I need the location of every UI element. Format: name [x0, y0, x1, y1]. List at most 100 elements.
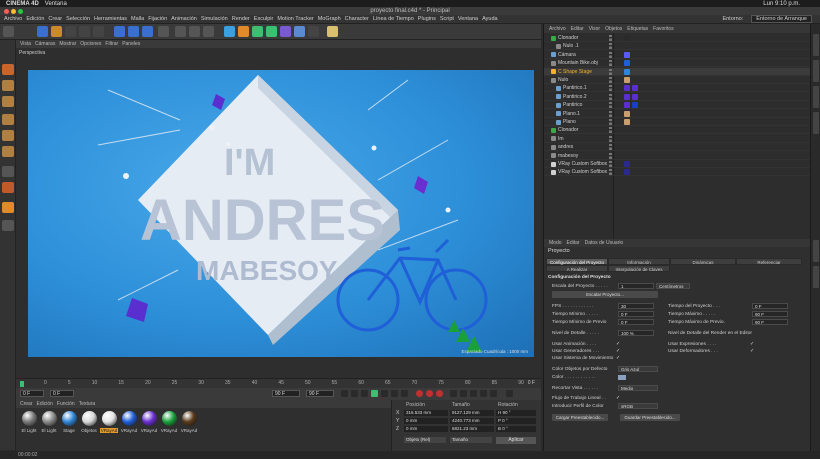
use-expressions-checkbox[interactable]: ✓	[750, 342, 755, 347]
grid-icon[interactable]	[2, 220, 14, 231]
layers-tab[interactable]	[813, 266, 819, 288]
lock-workplane-icon[interactable]	[2, 202, 14, 213]
position-key-icon[interactable]	[450, 390, 457, 397]
visibility-dots-icon[interactable]	[609, 119, 612, 125]
workplane-icon[interactable]	[2, 96, 14, 107]
move-tool-icon[interactable]	[51, 26, 62, 37]
go-end-icon[interactable]	[401, 390, 408, 397]
load-preset-button[interactable]: Cargar Preestablecido...	[552, 414, 608, 421]
render-view-icon[interactable]	[175, 26, 186, 37]
close-window-button[interactable]	[4, 8, 9, 14]
start-frame-field[interactable]: 0 F	[50, 390, 74, 397]
obj-menu-archivo[interactable]: Archivo	[549, 26, 566, 32]
size-z-field[interactable]: 6821.23 mm	[450, 426, 494, 432]
coords-mode-select[interactable]: Objeto (Rel)	[404, 437, 446, 443]
object-row[interactable]: Im	[544, 135, 811, 143]
menu-ventana[interactable]: Ventana	[458, 16, 478, 22]
undo-icon[interactable]	[3, 26, 14, 37]
material-swatch[interactable]: VRayAd	[160, 411, 178, 433]
visibility-dots-icon[interactable]	[609, 77, 612, 83]
object-row[interactable]: VRay Custom Softbox	[544, 168, 811, 177]
project-scale-field[interactable]: 1	[618, 283, 654, 289]
autokey-icon[interactable]	[426, 390, 433, 397]
object-row[interactable]: Cámara	[544, 51, 811, 59]
keyframe-selection-icon[interactable]	[436, 390, 443, 397]
material-tag-icon[interactable]	[624, 77, 630, 83]
render-picture-viewer-icon[interactable]	[189, 26, 200, 37]
material-tag-icon[interactable]	[624, 85, 630, 92]
material-tag-icon[interactable]	[624, 93, 630, 100]
material-tag-icon[interactable]	[632, 93, 638, 100]
max-frame-field[interactable]: 90 F	[306, 390, 334, 397]
object-row[interactable]: andres	[544, 143, 811, 152]
param-key-icon[interactable]	[480, 390, 487, 397]
save-preset-button[interactable]: Guardar Preestablecido...	[620, 414, 680, 421]
current-frame-field[interactable]: 0 F	[20, 390, 44, 397]
viewport-menu-vista[interactable]: Vista	[20, 41, 31, 47]
playhead-marker[interactable]	[20, 381, 24, 387]
position-y-field[interactable]: 0 mm	[404, 418, 448, 424]
rotation-key-icon[interactable]	[460, 390, 467, 397]
material-swatch[interactable]: El Light	[40, 411, 58, 433]
tab-info[interactable]: Información	[608, 258, 670, 265]
visibility-dots-icon[interactable]	[609, 135, 612, 142]
rotation-h-field[interactable]: H 90 °	[496, 410, 536, 416]
use-deformers-checkbox[interactable]: ✓	[750, 349, 755, 354]
pen-icon[interactable]	[238, 26, 249, 37]
position-x-field[interactable]: 316.533 mm	[404, 410, 448, 416]
object-row[interactable]: Plano.1	[544, 110, 811, 118]
object-row[interactable]: Mountain Bike.obj	[544, 59, 811, 68]
material-tag-icon[interactable]	[624, 68, 630, 75]
linear-workflow-checkbox[interactable]: ✓	[616, 396, 621, 401]
content-browser-tab[interactable]	[813, 86, 819, 108]
menu-herramientas[interactable]: Herramientas	[94, 16, 127, 22]
material-swatch[interactable]: Stage	[60, 411, 78, 433]
material-tag-icon[interactable]	[624, 161, 630, 167]
viewport-menu-filtrar[interactable]: Filtrar	[105, 41, 118, 47]
zoom-window-button[interactable]	[18, 8, 23, 14]
texture-mode-icon[interactable]	[2, 80, 14, 91]
material-menu-crear[interactable]: Crear	[20, 401, 33, 407]
view-clipping-select[interactable]: Medio	[618, 385, 658, 391]
position-z-field[interactable]: 0 mm	[404, 426, 448, 432]
visibility-dots-icon[interactable]	[609, 43, 612, 50]
obj-menu-objetos[interactable]: Objetos	[605, 26, 622, 32]
attributes-tab[interactable]	[813, 240, 819, 262]
material-tag-icon[interactable]	[632, 102, 638, 109]
visibility-dots-icon[interactable]	[609, 51, 612, 58]
menu-character[interactable]: Character	[345, 16, 369, 22]
project-time-field[interactable]: 0 F	[752, 303, 788, 309]
minimize-window-button[interactable]	[11, 8, 16, 14]
menu-script[interactable]: Script	[440, 16, 454, 22]
max-time-field[interactable]: 90 F	[752, 311, 788, 317]
visibility-dots-icon[interactable]	[609, 169, 612, 176]
menu-fijacion[interactable]: Fijación	[148, 16, 167, 22]
material-swatch[interactable]: VRayAd	[100, 411, 118, 433]
scale-project-button[interactable]: Escalar Proyecto...	[552, 291, 658, 298]
object-row[interactable]: Plano	[544, 118, 811, 126]
apply-button[interactable]: Aplicar	[496, 437, 536, 444]
menu-mograph[interactable]: MoGraph	[318, 16, 341, 22]
object-row[interactable]: Pantirico.1	[544, 84, 811, 93]
material-menu-edicion[interactable]: Edición	[37, 401, 53, 407]
rotation-b-field[interactable]: B 0 °	[496, 426, 536, 432]
object-row[interactable]: Pantirico.2	[544, 93, 811, 101]
obj-menu-visor[interactable]: Visor	[589, 26, 600, 32]
snap-icon[interactable]	[2, 182, 14, 193]
attr-menu-datos[interactable]: Datos de Usuario	[585, 240, 624, 246]
attr-menu-editar[interactable]: Editar	[567, 240, 580, 246]
material-tag-icon[interactable]	[624, 119, 630, 125]
material-tag-icon[interactable]	[632, 85, 638, 92]
tab-todo[interactable]: A Realizar	[546, 265, 608, 272]
material-tag-icon[interactable]	[624, 51, 630, 58]
points-mode-icon[interactable]	[2, 114, 14, 125]
menu-esculpir[interactable]: Esculpir	[254, 16, 274, 22]
menu-malla[interactable]: Malla	[131, 16, 144, 22]
material-menu-funcion[interactable]: Función	[57, 401, 75, 407]
light-icon[interactable]	[327, 26, 338, 37]
play-icon[interactable]	[371, 390, 378, 397]
menu-simulacion[interactable]: Simulación	[201, 16, 228, 22]
object-row[interactable]: Clonador	[544, 34, 811, 42]
visibility-dots-icon[interactable]	[609, 144, 612, 151]
use-generators-checkbox[interactable]: ✓	[616, 349, 621, 354]
